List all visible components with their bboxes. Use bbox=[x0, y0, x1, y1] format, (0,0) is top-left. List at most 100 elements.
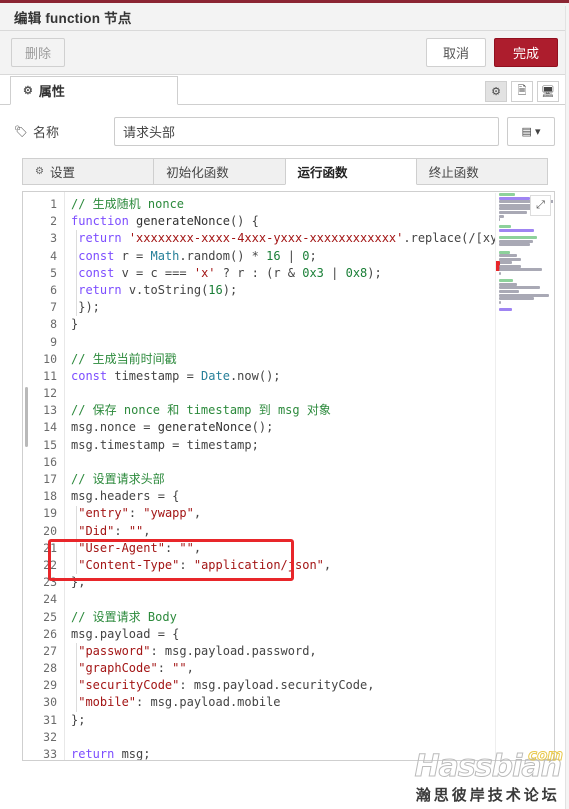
code-line: function generateNonce() { bbox=[71, 213, 554, 230]
code-token: generateNonce bbox=[157, 420, 252, 435]
line-number: 16 bbox=[43, 454, 57, 469]
code-line: return 'xxxxxxxx-xxxx-4xxx-yxxx-xxxxxxxx… bbox=[71, 230, 554, 247]
page-title: 编辑 function 节点 bbox=[14, 10, 132, 26]
line-number: 13 bbox=[43, 403, 57, 418]
code-token: Math bbox=[150, 248, 180, 263]
code-token: ); bbox=[367, 265, 382, 280]
minimap-line bbox=[499, 254, 517, 258]
edit-function-node-dialog: 编辑 function 节点 删除 取消 完成 ⚙ 属性 ⚙ 🗎 🖥 🏷 名称 … bbox=[0, 0, 569, 809]
editor-minimap[interactable]: ⤢ bbox=[495, 193, 553, 760]
line-number: 26 bbox=[43, 626, 57, 641]
tab-setup[interactable]: ⚙ 设置 bbox=[22, 158, 155, 185]
editor-line-number-gutter: 1 2 3 4 5 6 7 8 9 10 11 12 13 14 15 16 17 18 19 20 21 22 23 24 2… bbox=[23, 192, 65, 760]
code-token: v = c === bbox=[114, 265, 194, 280]
tab-on-start[interactable]: 初始化函数 bbox=[153, 158, 286, 185]
code-line: "Did": "", bbox=[71, 523, 554, 540]
minimap-line bbox=[499, 228, 534, 232]
line-number: 15 bbox=[43, 437, 57, 452]
page-scrollbar[interactable] bbox=[565, 6, 569, 809]
line-number: 8 bbox=[50, 317, 57, 332]
code-line: // 设置请求头部 bbox=[71, 471, 554, 488]
code-line: "securityCode": msg.payload.securityCode… bbox=[71, 677, 554, 694]
name-preset-dropdown[interactable]: ▤ ▾ bbox=[507, 117, 555, 146]
gear-icon: ⚙ bbox=[35, 166, 44, 177]
code-line: const r = Math.random() * 16 | 0; bbox=[71, 248, 554, 265]
line-number: 33 bbox=[43, 747, 57, 761]
minimap-line bbox=[499, 261, 513, 265]
code-token: : bbox=[128, 506, 144, 521]
minimap-line bbox=[499, 293, 550, 297]
name-field-row: 🏷 名称 ▤ ▾ bbox=[0, 105, 569, 154]
minimap-line bbox=[499, 210, 527, 214]
tab-properties[interactable]: ⚙ 属性 bbox=[10, 76, 178, 105]
code-token: r = bbox=[114, 248, 151, 263]
code-token: msg.nonce = bbox=[71, 420, 158, 435]
code-token: const bbox=[71, 368, 108, 383]
confirm-button[interactable]: 完成 bbox=[493, 38, 558, 67]
code-token: , bbox=[143, 523, 151, 538]
name-field-label: 名称 bbox=[32, 125, 59, 140]
code-line: }); bbox=[71, 299, 554, 316]
code-token: timestamp = bbox=[107, 368, 202, 383]
gear-icon[interactable]: ⚙ bbox=[485, 81, 507, 102]
line-number: 3 bbox=[50, 231, 57, 246]
layout-icon[interactable]: 🖥 bbox=[537, 81, 559, 102]
document-icon[interactable]: 🗎 bbox=[511, 81, 533, 102]
chevron-down-icon: ▾ bbox=[534, 126, 541, 138]
minimap-line bbox=[499, 214, 504, 218]
code-token: // 生成随机 nonce bbox=[71, 197, 185, 211]
code-token: "Content-Type" bbox=[78, 557, 180, 572]
code-token: "graphCode" bbox=[78, 661, 158, 676]
tab-on-stop[interactable]: 终止函数 bbox=[415, 158, 548, 185]
minimap-line bbox=[499, 257, 521, 261]
minimap-line bbox=[499, 239, 533, 243]
cancel-button[interactable]: 取消 bbox=[425, 38, 486, 67]
line-number: 23 bbox=[43, 575, 57, 590]
minimap-line bbox=[499, 282, 517, 286]
code-token: Date bbox=[201, 368, 230, 383]
code-token: // 设置请求 Body bbox=[71, 609, 177, 624]
code-token: "" bbox=[172, 661, 187, 676]
tab-on-start-label: 初始化函数 bbox=[166, 166, 229, 180]
line-number: 1 bbox=[50, 197, 57, 211]
line-number: 19 bbox=[43, 506, 57, 521]
code-token: : bbox=[114, 523, 129, 538]
code-token: "Did" bbox=[78, 523, 115, 538]
code-token: : msg.payload.securityCode, bbox=[179, 678, 375, 693]
tab-on-message[interactable]: 运行函数 bbox=[284, 158, 417, 185]
code-token: , bbox=[186, 661, 194, 676]
editor-scrollbar[interactable] bbox=[25, 387, 28, 447]
name-field-label-group: 🏷 名称 bbox=[14, 122, 114, 141]
minimap-line bbox=[499, 300, 502, 304]
code-line: msg.headers = { bbox=[71, 488, 554, 505]
minimap-expand-icon[interactable]: ⤢ bbox=[530, 195, 551, 216]
code-token: }; bbox=[71, 575, 86, 590]
line-number: 18 bbox=[43, 489, 57, 504]
editor-code-area[interactable]: // 生成随机 nonce function generateNonce() { … bbox=[65, 192, 554, 760]
code-token: "" bbox=[128, 523, 144, 538]
indent-guide bbox=[76, 505, 77, 575]
code-token: .now(); bbox=[229, 368, 281, 383]
code-line: return msg; bbox=[71, 746, 554, 760]
line-number: 32 bbox=[43, 729, 57, 744]
tag-icon: 🏷 bbox=[14, 126, 28, 138]
indent-guide bbox=[76, 643, 77, 712]
code-token: "password" bbox=[78, 643, 151, 658]
code-editor[interactable]: 1 2 3 4 5 6 7 8 9 10 11 12 13 14 15 16 17 18 19 20 21 22 23 24 2… bbox=[22, 191, 555, 761]
code-token: generateNonce bbox=[136, 214, 230, 229]
code-line: "graphCode": "", bbox=[71, 660, 554, 677]
name-input[interactable] bbox=[114, 117, 499, 146]
line-number: 24 bbox=[43, 592, 57, 607]
code-token: , bbox=[193, 540, 202, 555]
code-token: "entry" bbox=[78, 506, 129, 521]
line-number: 31 bbox=[43, 712, 57, 727]
minimap-line bbox=[499, 308, 513, 311]
line-number: 6 bbox=[50, 282, 57, 297]
delete-button[interactable]: 删除 bbox=[11, 38, 66, 67]
code-line: msg.payload = { bbox=[71, 626, 554, 643]
line-number: 2 bbox=[50, 214, 57, 229]
code-token: return bbox=[78, 282, 122, 297]
